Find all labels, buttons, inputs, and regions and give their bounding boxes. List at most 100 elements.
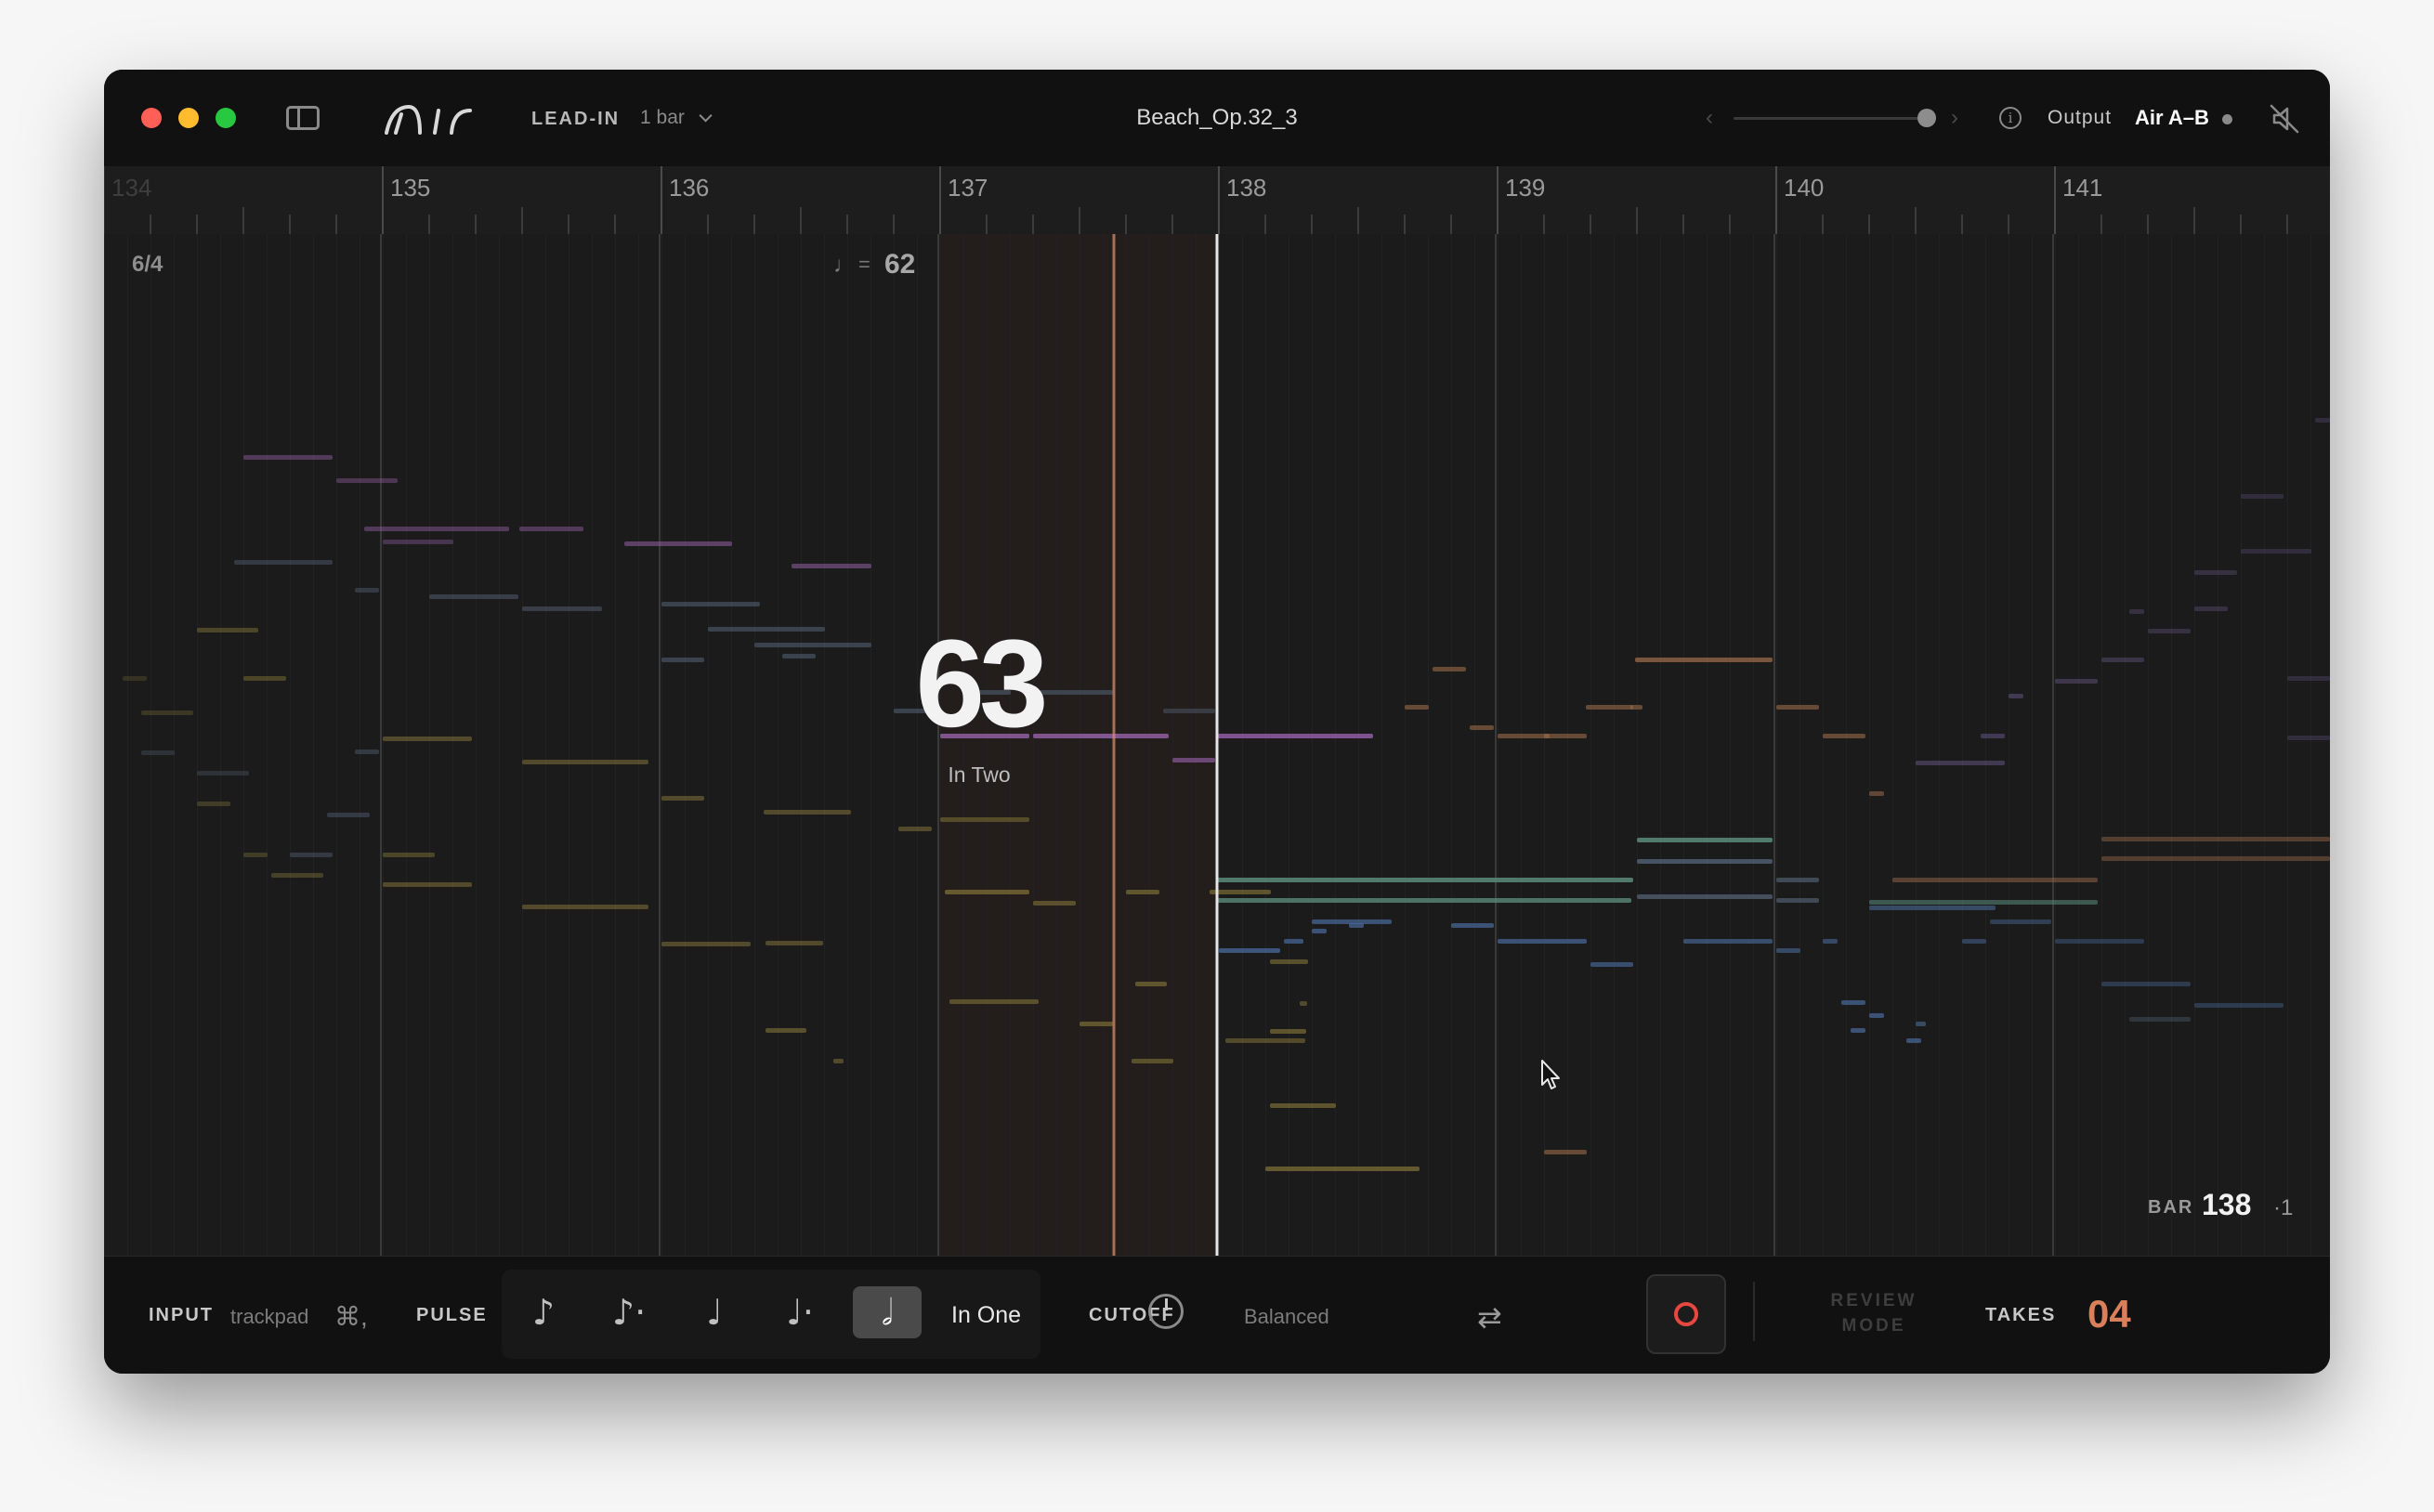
zoom-slider[interactable] <box>1734 117 1929 120</box>
midi-note[interactable] <box>1172 758 1215 763</box>
midi-note[interactable] <box>782 654 816 658</box>
midi-note[interactable] <box>766 941 823 945</box>
midi-note[interactable] <box>624 541 732 546</box>
midi-note[interactable] <box>519 527 583 531</box>
midi-note[interactable] <box>522 760 648 764</box>
midi-note[interactable] <box>2315 418 2330 423</box>
midi-note[interactable] <box>1217 734 1373 738</box>
midi-note[interactable] <box>1962 939 1986 944</box>
midi-note[interactable] <box>1892 878 2098 882</box>
midi-note[interactable] <box>1270 1029 1306 1034</box>
midi-note[interactable] <box>1637 859 1773 864</box>
midi-note[interactable] <box>1637 838 1773 842</box>
midi-note[interactable] <box>1906 1038 1921 1043</box>
loop-icon[interactable]: ⇄ <box>1477 1299 1502 1335</box>
midi-note[interactable] <box>1217 898 1631 903</box>
midi-note[interactable] <box>383 736 472 741</box>
pulse-half-note-button[interactable]: 𝅗𝅥 <box>853 1286 922 1338</box>
midi-note[interactable] <box>1210 890 1271 894</box>
midi-note[interactable] <box>197 771 249 776</box>
midi-note[interactable] <box>2194 606 2228 611</box>
midi-note[interactable] <box>2148 629 2191 633</box>
midi-note[interactable] <box>141 750 175 755</box>
midi-note[interactable] <box>522 905 648 909</box>
midi-note[interactable] <box>2194 570 2237 575</box>
pulse-dotted-quarter-button[interactable]: ♩· <box>766 1286 834 1338</box>
midi-note[interactable] <box>2129 1017 2191 1022</box>
midi-note[interactable] <box>355 749 379 754</box>
midi-note[interactable] <box>1498 734 1550 738</box>
midi-note[interactable] <box>766 1028 806 1033</box>
midi-note[interactable] <box>123 676 147 681</box>
midi-note[interactable] <box>949 999 1039 1004</box>
midi-note[interactable] <box>2241 494 2284 499</box>
midi-note[interactable] <box>1219 948 1280 953</box>
info-icon[interactable]: i <box>1999 107 2022 129</box>
midi-note[interactable] <box>1270 1103 1336 1108</box>
zoom-slider-thumb[interactable] <box>1917 109 1936 127</box>
midi-note[interactable] <box>1981 734 2005 738</box>
midi-note[interactable] <box>1869 791 1884 796</box>
piano-roll[interactable] <box>104 234 2330 1256</box>
midi-note[interactable] <box>1080 1022 1113 1026</box>
review-mode-button[interactable]: REVIEW MODE <box>1813 1288 1934 1338</box>
midi-note[interactable] <box>2287 676 2330 681</box>
midi-note[interactable] <box>1590 962 1633 967</box>
midi-note[interactable] <box>764 810 851 815</box>
midi-note[interactable] <box>1630 705 1642 710</box>
midi-note[interactable] <box>2055 939 2144 944</box>
midi-note[interactable] <box>197 802 230 806</box>
midi-note[interactable] <box>1265 1167 1420 1171</box>
midi-note[interactable] <box>661 602 760 606</box>
midi-note[interactable] <box>1433 667 1466 671</box>
midi-note[interactable] <box>2101 856 2330 861</box>
midi-note[interactable] <box>1637 894 1773 899</box>
bar-ruler[interactable] <box>104 166 2330 235</box>
midi-note[interactable] <box>2009 694 2023 698</box>
midi-note[interactable] <box>1300 1001 1307 1006</box>
midi-note[interactable] <box>754 643 871 647</box>
midi-note[interactable] <box>1823 734 1865 738</box>
midi-note[interactable] <box>1776 878 1819 882</box>
midi-note[interactable] <box>327 813 370 817</box>
midi-note[interactable] <box>708 627 825 632</box>
midi-note[interactable] <box>1135 982 1167 986</box>
midi-note[interactable] <box>1635 658 1773 662</box>
midi-note[interactable] <box>1033 901 1076 906</box>
midi-note[interactable] <box>1405 705 1429 710</box>
midi-note[interactable] <box>141 710 193 715</box>
pulse-quarter-note-button[interactable]: ♩ <box>680 1286 749 1338</box>
output-device[interactable]: Air A–B <box>2135 106 2209 130</box>
midi-note[interactable] <box>661 658 704 662</box>
midi-note[interactable] <box>1823 939 1838 944</box>
midi-note[interactable] <box>2101 837 2330 841</box>
pulse-eighth-note-button[interactable]: ♪ <box>509 1286 578 1338</box>
midi-note[interactable] <box>1163 709 1215 713</box>
midi-note[interactable] <box>792 564 871 568</box>
midi-note[interactable] <box>1126 890 1159 894</box>
midi-note[interactable] <box>383 853 435 857</box>
midi-note[interactable] <box>355 588 379 593</box>
midi-note[interactable] <box>1683 939 1773 944</box>
cutoff-knob[interactable] <box>1148 1294 1184 1329</box>
midi-note[interactable] <box>522 606 602 611</box>
midi-note[interactable] <box>1544 734 1587 738</box>
midi-note[interactable] <box>1349 923 1364 928</box>
pulse-in-one-button[interactable]: In One <box>951 1302 1021 1329</box>
midi-note[interactable] <box>1284 939 1303 944</box>
midi-note[interactable] <box>945 890 1029 894</box>
midi-note[interactable] <box>1916 1022 1926 1026</box>
chevron-right-icon[interactable]: › <box>1951 105 1958 131</box>
midi-note[interactable] <box>1470 725 1494 730</box>
midi-note[interactable] <box>2101 658 2144 662</box>
midi-note[interactable] <box>1869 906 1996 910</box>
midi-note[interactable] <box>1312 929 1327 933</box>
midi-note[interactable] <box>271 873 323 878</box>
midi-note[interactable] <box>290 853 333 857</box>
midi-note[interactable] <box>243 676 286 681</box>
midi-note[interactable] <box>1586 705 1633 710</box>
midi-note[interactable] <box>2055 679 2098 684</box>
midi-note[interactable] <box>2101 982 2191 986</box>
midi-note[interactable] <box>2241 549 2311 554</box>
midi-note[interactable] <box>1225 1038 1305 1043</box>
